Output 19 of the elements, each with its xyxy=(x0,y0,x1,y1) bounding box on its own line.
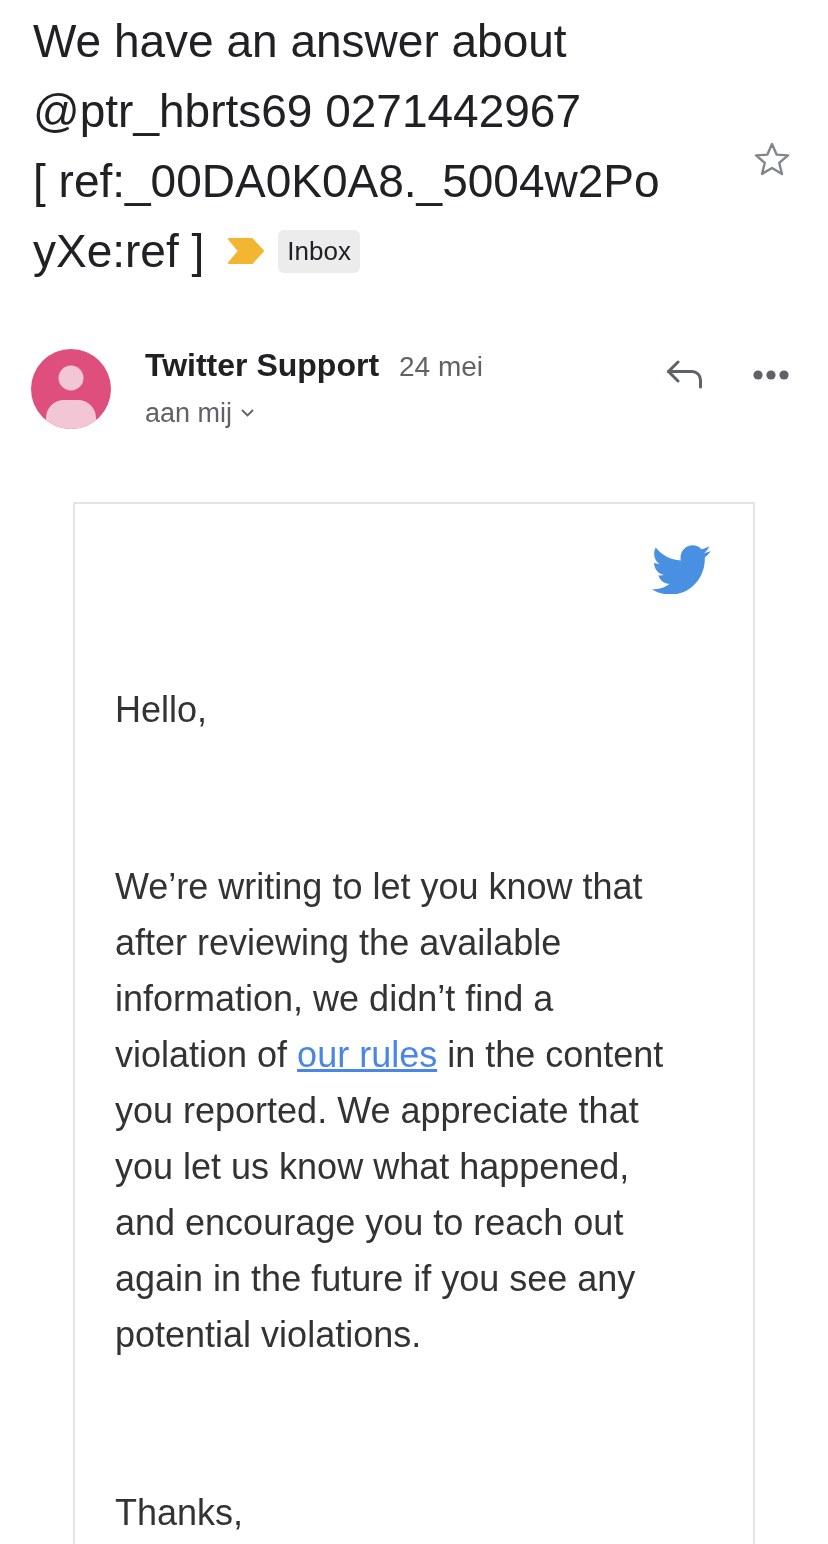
email-subject-line: @ptr_hbrts69 0271442967 xyxy=(33,84,581,139)
avatar-icon xyxy=(31,349,111,429)
chevron-down-icon[interactable] xyxy=(241,409,255,417)
sender-name: Twitter Support xyxy=(145,349,380,381)
email-paragraph: We’re writing to let you know that after reviewing the available information, we didn’t find a violation of our rules in the content you reported. We appreciate that you let us know what happened, and encourage you to reach out again in the future if you see any potential violations. xyxy=(115,865,665,1357)
closing-text: Thanks, xyxy=(115,1491,244,1535)
greeting-text: Hello, xyxy=(115,688,208,732)
star-icon[interactable] xyxy=(754,142,790,176)
inbox-label[interactable]: Inbox xyxy=(278,229,360,273)
reply-icon[interactable] xyxy=(666,360,703,389)
email-subject-line: yXe:ref ] xyxy=(33,224,205,279)
bird-icon xyxy=(650,543,711,594)
chevron-marker-icon[interactable] xyxy=(228,238,265,264)
message-date: 24 mei xyxy=(399,351,484,383)
more-options-icon[interactable] xyxy=(753,369,789,380)
recipient-text[interactable]: aan mij xyxy=(145,397,233,429)
email-subject-line: [ ref:_00DA0K0A8._5004w2Po xyxy=(33,154,660,209)
email-subject-line: We have an answer about xyxy=(33,14,567,69)
rules-link[interactable]: our rules xyxy=(297,1034,438,1075)
